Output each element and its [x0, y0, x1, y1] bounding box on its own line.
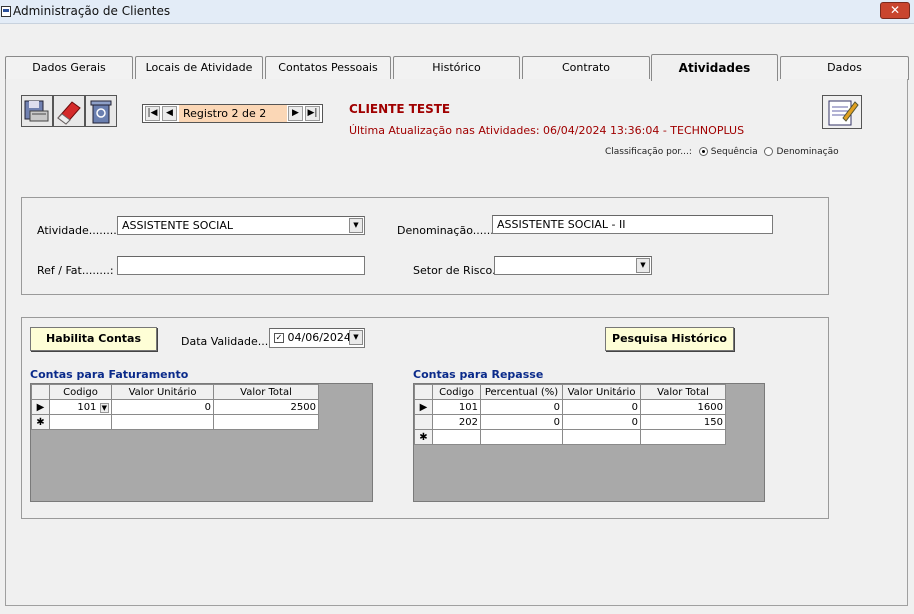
table-cell[interactable]: 101 ▼ — [49, 399, 112, 415]
column-header[interactable]: Valor Total — [213, 384, 319, 400]
floppy-icon — [24, 100, 49, 122]
first-icon: |◀ — [147, 108, 158, 118]
window-titlebar: Administração de Clientes ✕ — [0, 0, 914, 24]
table-cell[interactable]: 0 — [111, 399, 214, 415]
table-row[interactable]: ▶ 101 0 0 1600 — [414, 399, 726, 415]
app-icon — [1, 6, 11, 17]
edit-notes-button[interactable] — [822, 95, 862, 129]
record-label: Registro 2 de 2 — [179, 105, 287, 122]
first-record-button[interactable]: |◀ — [145, 106, 160, 121]
table-cell[interactable]: 150 — [640, 414, 726, 430]
setor-label: Setor de Risco... — [413, 264, 503, 277]
table-row[interactable]: 202 0 0 150 — [414, 414, 726, 430]
table-cell[interactable] — [111, 414, 214, 430]
pesquisa-historico-button[interactable]: Pesquisa Histórico — [605, 327, 734, 351]
row-indicator-header — [31, 384, 50, 400]
chevron-down-icon[interactable]: ▼ — [349, 330, 363, 345]
table-cell[interactable] — [640, 429, 726, 445]
chevron-down-icon[interactable]: ▼ — [99, 402, 109, 413]
tab-historico[interactable]: Histórico — [393, 56, 520, 80]
row-indicator-header — [414, 384, 433, 400]
column-header[interactable]: Percentual (%) — [480, 384, 563, 400]
notepad-pencil-icon — [828, 100, 859, 126]
table-cell[interactable] — [480, 429, 563, 445]
tab-atividades[interactable]: Atividades — [651, 54, 778, 81]
table-cell[interactable]: 2500 — [213, 399, 319, 415]
column-header[interactable]: Valor Unitário — [562, 384, 641, 400]
classification-label: Classificação por...: — [605, 147, 692, 157]
ref-fat-label: Ref / Fat........: — [37, 264, 114, 277]
tab-dados-gerais[interactable]: Dados Gerais — [5, 56, 133, 80]
radio-denominacao[interactable] — [764, 147, 774, 156]
classification-group: Classificação por...: Sequência Denomina… — [605, 147, 839, 157]
delete-button[interactable] — [85, 95, 117, 127]
table-cell[interactable] — [432, 429, 481, 445]
table-cell[interactable]: 0 — [480, 399, 563, 415]
faturamento-title: Contas para Faturamento — [30, 368, 189, 381]
next-icon: ▶ — [292, 108, 299, 118]
table-row-new[interactable]: ✱ — [414, 429, 726, 445]
table-cell[interactable] — [562, 429, 641, 445]
clear-button[interactable] — [53, 95, 85, 127]
save-button[interactable] — [21, 95, 53, 127]
eraser-icon — [57, 101, 81, 125]
last-record-button[interactable]: ▶| — [305, 106, 320, 121]
window-title: Administração de Clientes — [13, 4, 171, 18]
table-cell[interactable]: 202 — [432, 414, 481, 430]
close-button[interactable]: ✕ — [880, 2, 910, 19]
tab-contatos-pessoais[interactable]: Contatos Pessoais — [265, 56, 391, 80]
atividade-value: ASSISTENTE SOCIAL — [122, 219, 233, 232]
chevron-down-icon[interactable]: ▼ — [636, 258, 650, 273]
current-row-icon: ▶ — [414, 399, 433, 415]
radio-denominacao-label: Denominação — [776, 147, 839, 157]
next-record-button[interactable]: ▶ — [288, 106, 303, 121]
data-validade-picker[interactable]: ✓ 04/06/2024 ▼ — [269, 328, 365, 348]
table-row-new[interactable]: ✱ — [31, 414, 319, 430]
table-cell[interactable] — [49, 414, 112, 430]
atividade-select[interactable]: ASSISTENTE SOCIAL ▼ — [117, 216, 365, 235]
activity-group — [21, 197, 829, 295]
table-cell[interactable]: 1600 — [640, 399, 726, 415]
table-cell[interactable]: 0 — [562, 399, 641, 415]
tab-locais-de-atividade[interactable]: Locais de Atividade — [135, 56, 263, 80]
radio-sequencia-label: Sequência — [710, 147, 758, 157]
table-cell[interactable]: 101 — [432, 399, 481, 415]
last-update: Última Atualização nas Atividades: 06/04… — [349, 124, 745, 137]
client-name: CLIENTE TESTE — [349, 102, 451, 116]
prev-icon: ◀ — [166, 108, 173, 118]
column-header[interactable]: Codigo — [432, 384, 481, 400]
last-icon: ▶| — [307, 108, 318, 118]
table-cell[interactable]: 0 — [480, 414, 563, 430]
current-row-icon: ▶ — [31, 399, 50, 415]
tab-contrato[interactable]: Contrato — [522, 56, 650, 80]
denominacao-label: Denominação......: — [397, 224, 498, 237]
chevron-down-icon[interactable]: ▼ — [349, 218, 363, 233]
faturamento-grid[interactable]: Codigo Valor Unitário Valor Total ▶ 101 … — [30, 383, 373, 502]
atividade-label: Atividade........: — [37, 224, 121, 237]
table-cell[interactable] — [213, 414, 319, 430]
column-header[interactable]: Codigo — [49, 384, 112, 400]
repasse-title: Contas para Repasse — [413, 368, 544, 381]
record-navigator: |◀ ◀ Registro 2 de 2 ▶ ▶| — [142, 104, 323, 123]
new-row-icon: ✱ — [31, 414, 50, 430]
ref-fat-field[interactable] — [117, 256, 365, 275]
column-header[interactable]: Valor Unitário — [111, 384, 214, 400]
column-header[interactable]: Valor Total — [640, 384, 726, 400]
table-cell[interactable]: 0 — [562, 414, 641, 430]
trash-icon — [90, 100, 112, 124]
habilita-contas-button[interactable]: Habilita Contas — [30, 327, 157, 351]
table-row[interactable]: ▶ 101 ▼ 0 2500 — [31, 399, 319, 415]
tab-dados-complementares[interactable]: Dados Complementares — [780, 56, 909, 96]
denominacao-field[interactable]: ASSISTENTE SOCIAL - II — [492, 215, 773, 234]
new-row-icon: ✱ — [414, 429, 433, 445]
setor-select[interactable]: ▼ — [494, 256, 652, 275]
radio-sequencia[interactable] — [698, 147, 708, 156]
prev-record-button[interactable]: ◀ — [162, 106, 177, 121]
checkbox-icon[interactable]: ✓ — [274, 333, 284, 343]
data-validade-value: 04/06/2024 — [287, 331, 351, 344]
row-indicator — [414, 414, 433, 430]
data-validade-label: Data Validade...: — [181, 335, 272, 348]
repasse-grid[interactable]: Codigo Percentual (%) Valor Unitário Val… — [413, 383, 765, 502]
